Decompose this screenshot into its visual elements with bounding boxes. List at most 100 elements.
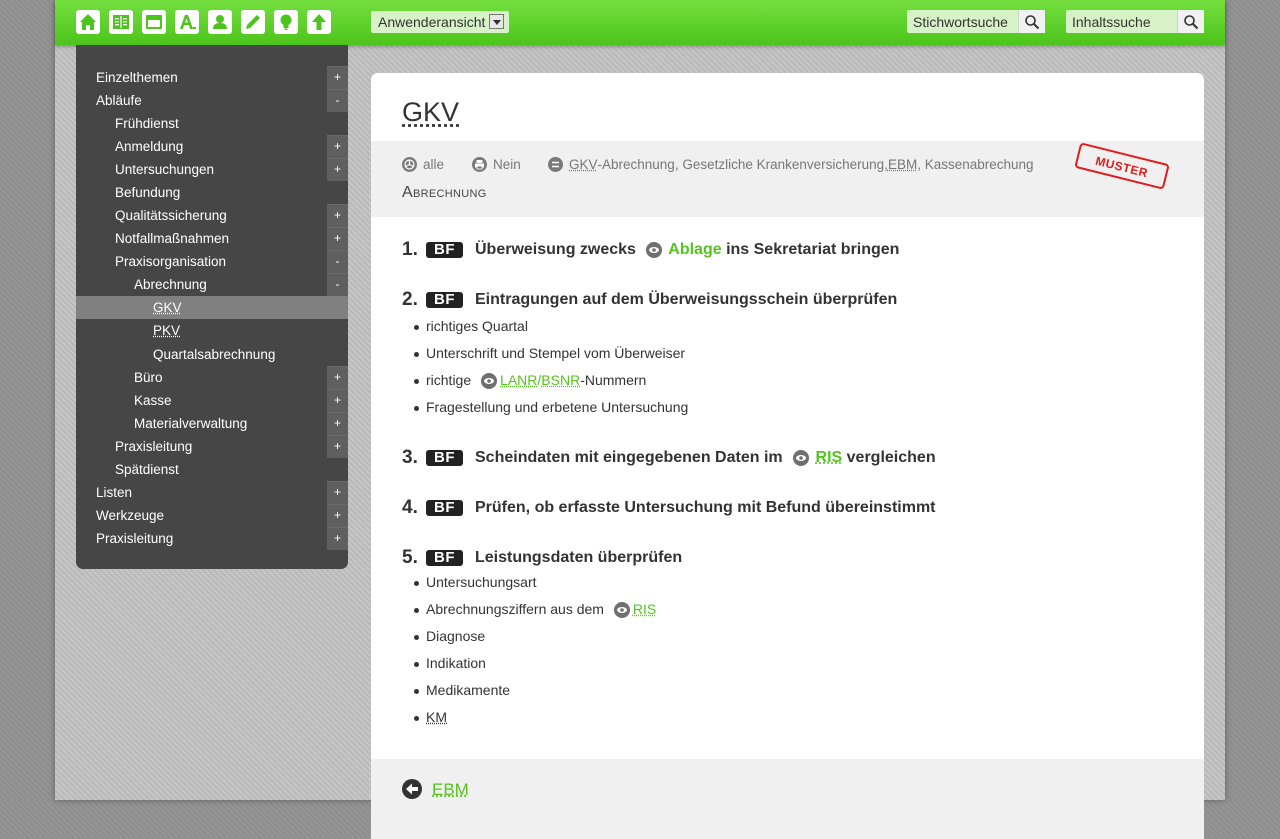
pencil-icon[interactable] [241,10,265,34]
tag-text: , Kassenabrechung [917,157,1034,172]
sidebar-item-label: Qualitätssicherung [115,208,227,223]
bf-badge: BF [426,450,463,466]
expand-toggle[interactable]: + [327,504,348,527]
list-item: Medikamente [402,677,682,704]
content-search-input[interactable] [1066,10,1177,33]
tag-text: -Abrechnung, Gesetzliche Krankenversiche… [597,157,888,172]
content-card: GKV alle Nein GKV -Abrechnung, Gesetzlich… [371,73,1204,839]
book-icon[interactable] [109,10,133,34]
sidebar-item-praxisorganisation[interactable]: Praxisorganisation - [76,250,348,273]
ris-link[interactable]: RIS [633,601,656,617]
step-text: Eintragungen auf dem Überweisungsschein … [475,291,898,308]
collapse-toggle[interactable]: - [327,250,348,273]
expand-toggle[interactable]: + [327,412,348,435]
sidebar-item-label: Quartalsabrechnung [153,347,276,362]
sidebar-item-abrechnung[interactable]: Abrechnung - [76,273,348,296]
sidebar-item-quartalsabrechnung[interactable]: Quartalsabrechnung [76,343,348,366]
expand-toggle[interactable]: + [327,135,348,158]
sidebar-item-label: Notfallmaßnahmen [115,231,230,246]
arrow-left-icon[interactable] [402,779,422,799]
expand-toggle[interactable]: + [327,66,348,89]
chevron-down-icon[interactable] [489,14,504,29]
footer-nav: EBM [371,759,1204,839]
sidebar-item-einzelthemen[interactable]: Einzelthemen + [76,66,348,89]
sidebar-item-praxisleitung[interactable]: Praxisleitung + [76,527,348,550]
sidebar-item-spaetdienst[interactable]: Spätdienst [76,458,348,481]
sidebar-item-ablaeufe[interactable]: Abläufe - [76,89,348,112]
meta-audience: alle [402,157,444,172]
category-label: Abrechnung [402,184,487,201]
sidebar-item-werkzeuge[interactable]: Werkzeuge + [76,504,348,527]
search-icon[interactable] [1018,10,1045,33]
sidebar-item-gkv[interactable]: GKV [76,296,348,319]
sidebar-item-label: Materialverwaltung [134,416,248,431]
list-item: KM [402,704,682,731]
sidebar-item-label: Einzelthemen [96,70,178,85]
sidebar-item-label: Spätdienst [115,462,179,477]
eye-icon [646,241,663,258]
sidebar-item-fruehdienst[interactable]: Frühdienst [76,112,348,135]
step-text: Prüfen, ob erfasste Untersuchung mit Bef… [475,499,936,516]
expand-toggle[interactable]: + [327,527,348,550]
lanr-link[interactable]: LANR [500,372,537,388]
sidebar-item-praxisleitung-sub[interactable]: Praxisleitung + [76,435,348,458]
eye-icon [481,373,498,390]
expand-toggle[interactable]: + [327,481,348,504]
sidebar-item-pkv[interactable]: PKV [76,319,348,342]
ris-link[interactable]: RIS [816,449,843,466]
sidebar-item-anmeldung[interactable]: Anmeldung + [76,135,348,158]
meta-tags: GKV -Abrechnung, Gesetzliche Krankenversi… [548,157,1034,172]
expand-toggle[interactable]: + [327,227,348,250]
expand-toggle[interactable]: + [327,435,348,458]
view-select[interactable]: Anwenderansicht [371,11,509,33]
ablage-link[interactable]: Ablage [668,241,721,258]
sidebar-item-untersuchungen[interactable]: Untersuchungen + [76,158,348,181]
step-2: 2. BF Eintragungen auf dem Überweisungss… [402,289,897,421]
step-number: 3. [402,447,418,468]
bf-badge: BF [426,292,463,308]
printer-icon [472,157,487,172]
arrow-up-icon[interactable] [307,10,331,34]
user-icon[interactable] [208,10,232,34]
tag-gkv[interactable]: GKV [569,157,598,172]
tag-ebm[interactable]: EBM [888,157,917,172]
font-icon[interactable] [175,10,199,34]
list-item: Unterschrift und Stempel vom Überweiser [402,340,897,367]
sidebar-item-materialverwaltung[interactable]: Materialverwaltung + [76,412,348,435]
sidebar-nav: Einzelthemen + Abläufe - Frühdienst Anme… [76,45,348,569]
list-item: Untersuchungsart [402,569,682,596]
expand-toggle[interactable]: + [327,204,348,227]
list-item: Indikation [402,650,682,677]
step-5-list: Untersuchungsart Abrechnungsziffern aus … [402,569,682,731]
step-2-list: richtiges Quartal Unterschrift und Stemp… [402,313,897,421]
sidebar-item-label: Untersuchungen [115,162,215,177]
ebm-back-link[interactable]: EBM [432,780,469,800]
expand-toggle[interactable]: + [327,158,348,181]
bf-badge: BF [426,550,463,566]
km-abbr[interactable]: KM [426,709,447,725]
lightbulb-icon[interactable] [274,10,298,34]
sidebar-item-kasse[interactable]: Kasse + [76,389,348,412]
folder-icon[interactable] [142,10,166,34]
bsnr-link[interactable]: BSNR [541,372,580,388]
sidebar-item-notfallmassnahmen[interactable]: Notfallmaßnahmen + [76,227,348,250]
search-icon[interactable] [1177,10,1204,33]
eye-icon [793,449,810,466]
home-icon[interactable] [76,10,100,34]
keyword-search-input[interactable] [907,10,1018,33]
sidebar-item-befundung[interactable]: Befundung [76,181,348,204]
step-text-post: ins Sekretariat bringen [726,241,900,258]
bf-badge: BF [426,242,463,258]
sidebar-item-listen[interactable]: Listen + [76,481,348,504]
sidebar-item-label: Kasse [134,393,172,408]
sidebar-item-qualitaetssicherung[interactable]: Qualitätssicherung + [76,204,348,227]
expand-toggle[interactable]: + [327,389,348,412]
step-text: Überweisung zwecks Ablage ins Sekretaria… [475,241,899,259]
audience-icon [402,157,417,172]
sidebar-item-buero[interactable]: Büro + [76,366,348,389]
collapse-toggle[interactable]: - [327,89,348,112]
list-item-text: richtige [426,372,472,388]
list-item-text: Abrechnungsziffern aus dem [426,601,604,617]
collapse-toggle[interactable]: - [327,273,348,296]
expand-toggle[interactable]: + [327,366,348,389]
